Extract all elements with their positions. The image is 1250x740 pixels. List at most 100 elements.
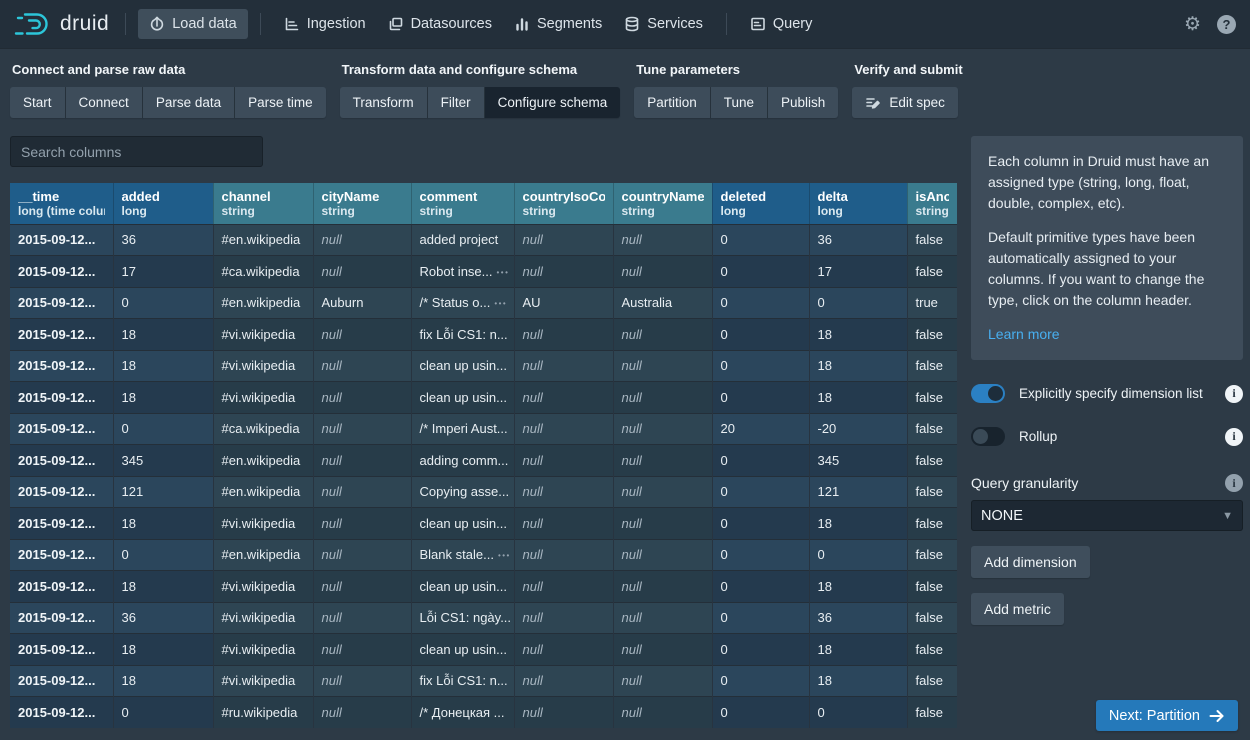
query-granularity-select[interactable]: NONE ▼ xyxy=(971,500,1243,531)
cell-value: false xyxy=(916,264,943,279)
search-columns-input[interactable] xyxy=(10,136,263,167)
column-header-__time[interactable]: __timelong (time column) xyxy=(10,183,113,224)
info-icon[interactable]: i xyxy=(1225,428,1243,446)
column-type: string xyxy=(622,204,704,218)
cell-value: 18 xyxy=(122,516,136,531)
show-full-value-dots[interactable]: ••• xyxy=(494,299,507,308)
cell-value: null xyxy=(322,484,342,499)
cell-value: null xyxy=(523,579,543,594)
cell-value: Lỗi CS1: ngày... xyxy=(420,610,512,625)
nav-item-services[interactable]: Services xyxy=(613,9,714,39)
cell-value: null xyxy=(523,390,543,405)
cell-value: false xyxy=(916,453,943,468)
step-button-partition[interactable]: Partition xyxy=(634,87,711,118)
cell-value: 36 xyxy=(122,610,136,625)
nav-item-ingestion[interactable]: Ingestion xyxy=(273,9,377,39)
cell-value: null xyxy=(322,358,342,373)
cell-added: 121 xyxy=(113,476,213,508)
step-button-edit-spec[interactable]: Edit spec xyxy=(852,87,958,118)
cell-__time: 2015-09-12... xyxy=(10,508,113,540)
step-button-filter[interactable]: Filter xyxy=(428,87,485,118)
cell-countryIsoCode: null xyxy=(514,476,613,508)
selected-granularity: NONE xyxy=(981,508,1023,524)
column-header-deleted[interactable]: deletedlong xyxy=(712,183,809,224)
column-header-added[interactable]: addedlong xyxy=(113,183,213,224)
column-header-countryIsoCode[interactable]: countryIsoCodestring xyxy=(514,183,613,224)
cell-value: 0 xyxy=(122,705,129,720)
cell-__time: 2015-09-12... xyxy=(10,256,113,288)
column-name: delta xyxy=(818,189,899,204)
cell-cityName: null xyxy=(313,602,411,634)
cell-cityName: Auburn xyxy=(313,287,411,319)
add-metric-button[interactable]: Add metric xyxy=(971,593,1064,625)
column-header-cityName[interactable]: cityNamestring xyxy=(313,183,411,224)
nav-item-datasources[interactable]: Datasources xyxy=(377,9,503,39)
step-button-tune[interactable]: Tune xyxy=(711,87,768,118)
cell-isAnonymous: false xyxy=(907,413,957,445)
info-icon[interactable]: i xyxy=(1225,385,1243,403)
info-icon[interactable]: i xyxy=(1225,474,1243,492)
cell-isAnonymous: false xyxy=(907,697,957,729)
step-button-parse-time[interactable]: Parse time xyxy=(235,87,326,118)
column-header-countryName[interactable]: countryNamestring xyxy=(613,183,712,224)
cell-countryIsoCode: null xyxy=(514,508,613,540)
step-button-connect[interactable]: Connect xyxy=(66,87,143,118)
cell-value: 0 xyxy=(721,642,728,657)
table-row: 2015-09-12...18#vi.wikipedianullclean up… xyxy=(10,508,957,540)
toggle-switch-rollup[interactable] xyxy=(971,427,1005,446)
cell-value: #vi.wikipedia xyxy=(222,642,296,657)
cell-value: 0 xyxy=(721,484,728,499)
cell-value: 0 xyxy=(721,673,728,688)
cell-deleted: 0 xyxy=(712,508,809,540)
learn-more-link[interactable]: Learn more xyxy=(988,326,1060,342)
cell-deleted: 0 xyxy=(712,287,809,319)
nav-item-query[interactable]: Query xyxy=(739,9,824,39)
cell-value: Copying asse... xyxy=(420,484,510,499)
show-full-value-dots[interactable]: ••• xyxy=(498,551,511,560)
cell-value: 2015-09-12... xyxy=(18,610,95,625)
cell-value: 17 xyxy=(818,264,832,279)
column-type: long (time column) xyxy=(18,204,105,218)
step-group-title: Tune parameters xyxy=(636,62,838,77)
column-header-comment[interactable]: commentstring xyxy=(411,183,514,224)
cell-delta: 36 xyxy=(809,224,907,256)
nav-divider xyxy=(726,13,727,35)
step-button-parse-data[interactable]: Parse data xyxy=(143,87,235,118)
cell-comment: clean up usin... xyxy=(411,508,514,540)
step-button-transform[interactable]: Transform xyxy=(340,87,428,118)
cell-value: null xyxy=(622,358,642,373)
cell-comment: Copying asse... xyxy=(411,476,514,508)
cell-comment: adding comm... xyxy=(411,445,514,477)
cell-value: null xyxy=(322,547,342,562)
cell-value: null xyxy=(622,579,642,594)
nav-item-label: Segments xyxy=(537,16,602,32)
gear-icon[interactable]: ⚙ xyxy=(1184,13,1201,36)
cell-value: #ru.wikipedia xyxy=(222,705,298,720)
cell-value: #vi.wikipedia xyxy=(222,579,296,594)
step-button-configure-schema[interactable]: Configure schema xyxy=(485,87,621,118)
column-header-delta[interactable]: deltalong xyxy=(809,183,907,224)
cell-value: null xyxy=(322,579,342,594)
step-button-start[interactable]: Start xyxy=(10,87,66,118)
cell-added: 345 xyxy=(113,445,213,477)
column-header-isAnonymous[interactable]: isAnonymousstring xyxy=(907,183,957,224)
step-button-publish[interactable]: Publish xyxy=(768,87,838,118)
next-partition-button[interactable]: Next: Partition xyxy=(1096,700,1238,731)
toggle-switch-explicitly-specify-dimension-list[interactable] xyxy=(971,384,1005,403)
help-icon[interactable]: ? xyxy=(1217,15,1236,34)
cell-countryIsoCode: null xyxy=(514,697,613,729)
nav-item-segments[interactable]: Segments xyxy=(503,9,613,39)
cell-countryName: null xyxy=(613,224,712,256)
cell-cityName: null xyxy=(313,256,411,288)
nav-item-load-data[interactable]: Load data xyxy=(138,9,248,39)
cell-value: /* Imperi Aust... xyxy=(420,421,508,436)
cell-deleted: 0 xyxy=(712,602,809,634)
nav-item-label: Query xyxy=(773,16,813,32)
cell-isAnonymous: false xyxy=(907,319,957,351)
info-callout: Each column in Druid must have an assign… xyxy=(971,136,1243,360)
cell-value: false xyxy=(916,610,943,625)
cell-value: 36 xyxy=(122,232,136,247)
show-full-value-dots[interactable]: ••• xyxy=(497,268,510,277)
column-header-channel[interactable]: channelstring xyxy=(213,183,313,224)
add-dimension-button[interactable]: Add dimension xyxy=(971,546,1090,578)
